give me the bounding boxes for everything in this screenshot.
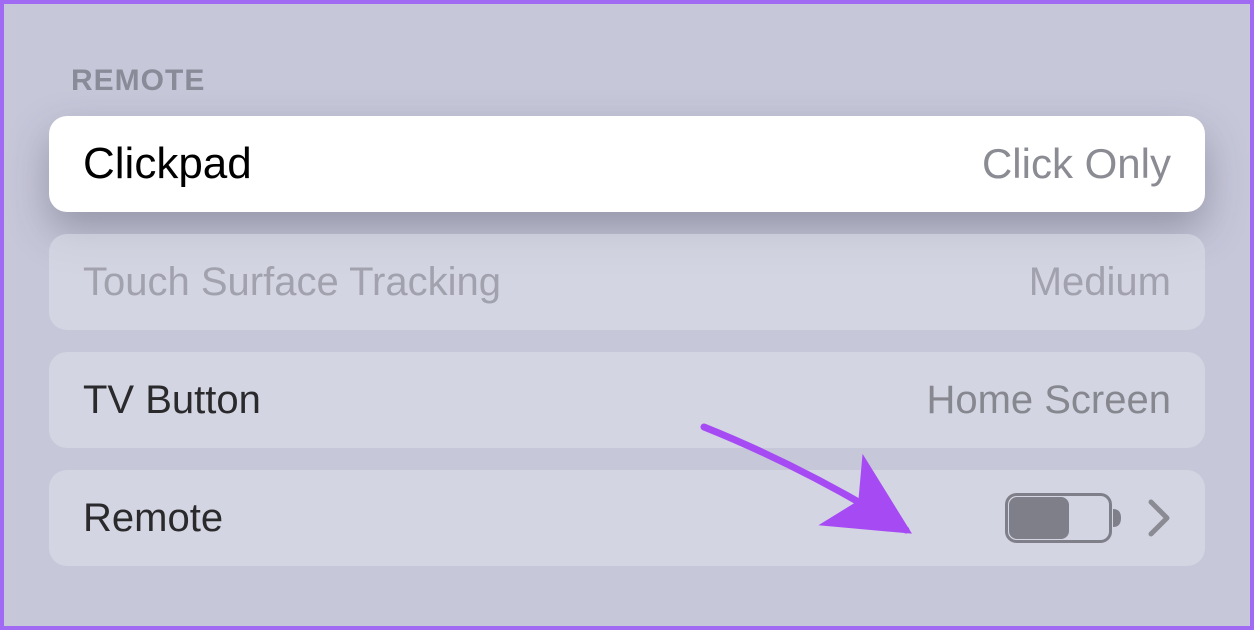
- section-header-remote: REMOTE: [71, 64, 1205, 98]
- row-clickpad[interactable]: Clickpad Click Only: [49, 116, 1205, 212]
- chevron-right-icon: [1147, 498, 1171, 538]
- settings-panel: REMOTE Clickpad Click Only Touch Surface…: [4, 4, 1250, 606]
- row-clickpad-value: Click Only: [982, 140, 1171, 188]
- row-touch-surface-tracking[interactable]: Touch Surface Tracking Medium: [49, 234, 1205, 330]
- row-tvbutton-label: TV Button: [83, 378, 261, 423]
- settings-list: Clickpad Click Only Touch Surface Tracki…: [49, 116, 1205, 566]
- row-tracking-value: Medium: [1029, 260, 1171, 305]
- row-remote-right: [1005, 493, 1171, 543]
- row-remote[interactable]: Remote: [49, 470, 1205, 566]
- row-tvbutton-value: Home Screen: [926, 378, 1171, 423]
- row-tv-button[interactable]: TV Button Home Screen: [49, 352, 1205, 448]
- row-tracking-label: Touch Surface Tracking: [83, 260, 501, 305]
- row-remote-label: Remote: [83, 496, 223, 541]
- row-clickpad-label: Clickpad: [83, 139, 252, 189]
- battery-icon: [1005, 493, 1123, 543]
